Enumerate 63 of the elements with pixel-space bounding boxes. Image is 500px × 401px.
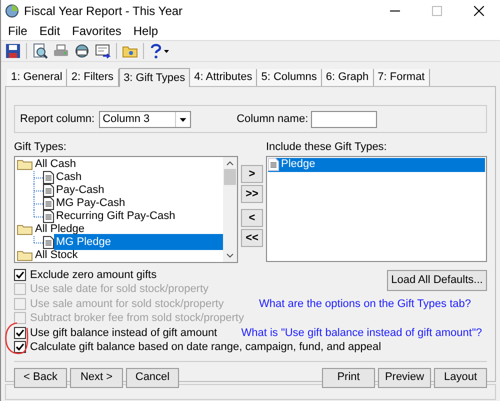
checkbox-label: Use gift balance instead of gift amount [30, 326, 218, 340]
tab[interactable]: 2: Filters [67, 69, 119, 86]
move-button[interactable]: << [241, 229, 263, 247]
document-icon [43, 236, 54, 248]
help-icon[interactable] [148, 43, 172, 59]
move-button[interactable]: >> [241, 185, 263, 203]
save-icon[interactable] [5, 43, 21, 59]
tab[interactable]: 6: Graph [322, 69, 374, 86]
checkbox-label: Calculate gift balance based on date range, campaign, fund, and appeal [30, 340, 382, 355]
document-icon [43, 184, 54, 196]
tab[interactable]: 1: General [7, 69, 68, 86]
checkbox-label: Use sale date for sold stock/property [30, 282, 209, 297]
document-icon [43, 170, 54, 184]
document-icon [43, 210, 54, 222]
move-button[interactable]: > [241, 165, 263, 183]
list-label: Gift Types: [14, 140, 68, 155]
export-icon[interactable] [95, 43, 111, 59]
folder-icon [17, 158, 33, 170]
document-icon [43, 196, 54, 210]
folder-icon [17, 249, 33, 261]
menu-item[interactable]: Favorites [67, 22, 126, 40]
dialog-button[interactable]: < Back [14, 368, 67, 388]
menu-item[interactable]: Help [128, 22, 164, 40]
menu-item[interactable]: File [3, 22, 32, 40]
magnifier-icon[interactable] [32, 43, 48, 59]
tab[interactable]: 4: Attributes [190, 69, 258, 86]
dialog-button[interactable]: Layout [434, 368, 487, 388]
dialog-button[interactable]: Next > [70, 368, 123, 388]
tab[interactable]: 5: Columns [257, 69, 322, 86]
tree-item[interactable]: MG Pledge [54, 234, 223, 250]
checkbox[interactable] [14, 268, 26, 281]
window-title: Fiscal Year Report - This Year [24, 3, 183, 20]
tree-connector [31, 184, 43, 196]
checkbox-label: Subtract broker fee from sold stock/property [30, 311, 244, 326]
column-name-field[interactable] [311, 110, 378, 128]
checkbox[interactable] [14, 326, 26, 339]
print-icon[interactable] [53, 43, 69, 59]
report-column-dropdown[interactable]: Column 3 [98, 110, 191, 128]
load-defaults-button[interactable]: Load All Defaults... [387, 270, 487, 290]
checkbox-label: Use sale amount for sold stock/property [30, 296, 224, 312]
scrollbar-thumb[interactable] [224, 168, 236, 184]
dialog-button[interactable]: Cancel [126, 368, 179, 388]
globe-icon[interactable] [74, 43, 90, 59]
list-label: Include these Gift Types: [266, 140, 388, 155]
help-link[interactable]: What are the options on the Gift Types tab? [259, 296, 471, 312]
app-icon [5, 4, 19, 18]
field-label: Column name: [236, 112, 308, 127]
checkbox-label: Exclude zero amount gifts [30, 268, 157, 282]
close-icon[interactable] [474, 6, 484, 16]
menu-item[interactable]: Edit [34, 22, 66, 40]
scrollbar[interactable] [223, 156, 237, 262]
help-link[interactable]: What is "Use gift balance instead of gift amount"? [241, 324, 482, 341]
move-button[interactable]: < [241, 209, 263, 227]
tree-connector [31, 170, 43, 184]
checkbox[interactable] [14, 341, 26, 354]
list-item[interactable]: Pledge [281, 156, 316, 173]
dialog-button[interactable]: Preview [378, 368, 431, 388]
tree-connector [31, 196, 43, 210]
folder-icon [17, 223, 33, 235]
tab[interactable]: 3: Gift Types [118, 68, 190, 87]
field-label: Report column: [20, 112, 95, 127]
dialog-button[interactable]: Print [322, 368, 375, 388]
tab[interactable]: 7: Format [374, 69, 430, 86]
